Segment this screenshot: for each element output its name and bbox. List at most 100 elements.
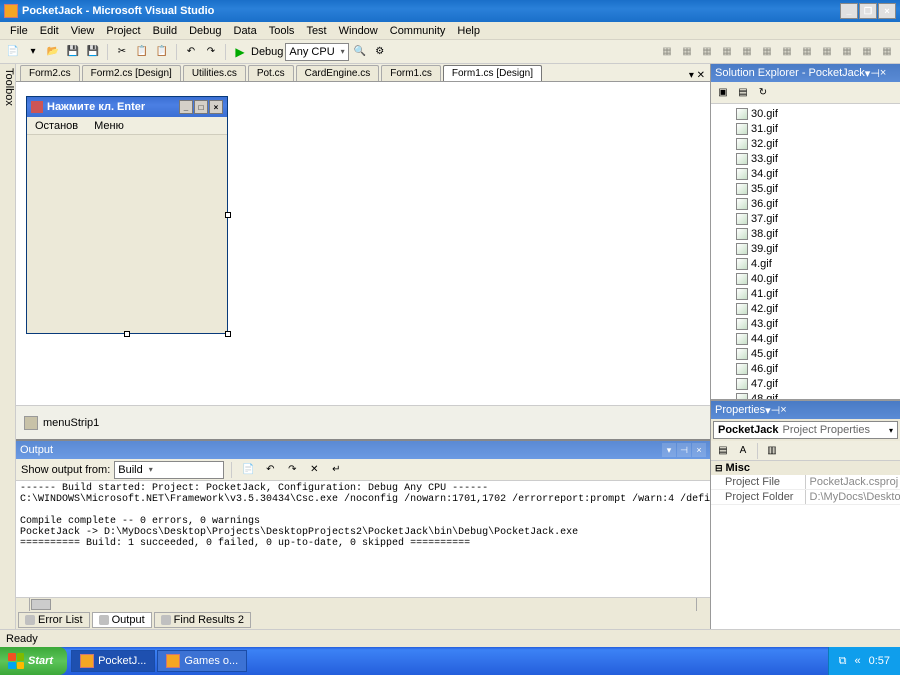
tree-file[interactable]: 34.gif (711, 166, 900, 181)
taskbar-task[interactable]: PocketJ... (71, 650, 155, 672)
property-grid[interactable]: ⊟Misc Project FilePocketJack.csprojProje… (711, 461, 900, 629)
align-right-icon[interactable]: ▦ (698, 43, 716, 61)
menu-test[interactable]: Test (300, 24, 332, 38)
solexp-refresh-icon[interactable]: ↻ (754, 84, 772, 102)
tree-file[interactable]: 30.gif (711, 106, 900, 121)
form-menustrip[interactable]: ОстановМеню (27, 117, 227, 135)
prop-alpha-icon[interactable]: A (734, 442, 752, 460)
tree-file[interactable]: 41.gif (711, 286, 900, 301)
form-minimize-button[interactable]: _ (179, 100, 193, 114)
open-button[interactable]: 📂 (44, 43, 62, 61)
tree-file[interactable]: 47.gif (711, 376, 900, 391)
menu-community[interactable]: Community (384, 24, 452, 38)
menu-debug[interactable]: Debug (183, 24, 227, 38)
save-button[interactable]: 💾 (64, 43, 82, 61)
layout1-icon[interactable]: ▦ (718, 43, 736, 61)
form-menu-item[interactable]: Меню (86, 120, 132, 132)
file-tab[interactable]: Utilities.cs (183, 65, 246, 81)
close-tab-button[interactable]: ▾ ✕ (684, 70, 710, 81)
find-button[interactable]: 🔍 (351, 43, 369, 61)
layout5-icon[interactable]: ▦ (798, 43, 816, 61)
component-label[interactable]: menuStrip1 (43, 417, 99, 429)
form-menu-item[interactable]: Останов (27, 120, 86, 132)
config-combo[interactable]: Any CPU (285, 43, 348, 61)
output-source-combo[interactable]: Build (114, 461, 224, 479)
layout6-icon[interactable]: ▦ (818, 43, 836, 61)
layout7-icon[interactable]: ▦ (838, 43, 856, 61)
tree-file[interactable]: 46.gif (711, 361, 900, 376)
tray-icon-1[interactable]: ⧉ (839, 655, 847, 668)
system-tray[interactable]: ⧉ « 0:57 (828, 647, 900, 675)
ext-button[interactable]: ⚙ (371, 43, 389, 61)
prop-category[interactable]: ⊟Misc (711, 461, 900, 475)
output-wrap-button[interactable]: ↵ (327, 461, 345, 479)
form-maximize-button[interactable]: □ (194, 100, 208, 114)
redo-button[interactable]: ↷ (202, 43, 220, 61)
bottom-tab[interactable]: Find Results 2 (154, 612, 251, 628)
layout3-icon[interactable]: ▦ (758, 43, 776, 61)
resize-handle-se[interactable] (225, 331, 231, 337)
resize-handle-e[interactable] (225, 212, 231, 218)
layout9-icon[interactable]: ▦ (878, 43, 896, 61)
design-form[interactable]: Нажмите кл. Enter _ □ × ОстановМеню (26, 96, 228, 334)
menu-view[interactable]: View (65, 24, 101, 38)
tree-file[interactable]: 4.gif (711, 256, 900, 271)
menu-build[interactable]: Build (147, 24, 183, 38)
bottom-tab[interactable]: Output (92, 612, 152, 628)
undo-button[interactable]: ↶ (182, 43, 200, 61)
paste-button[interactable]: 📋 (153, 43, 171, 61)
output-dropdown-button[interactable]: ▾ (662, 443, 676, 457)
copy-button[interactable]: 📋 (133, 43, 151, 61)
menu-data[interactable]: Data (228, 24, 263, 38)
tree-file[interactable]: 35.gif (711, 181, 900, 196)
output-hscroll[interactable] (16, 597, 710, 611)
cut-button[interactable]: ✂ (113, 43, 131, 61)
align-left-icon[interactable]: ▦ (658, 43, 676, 61)
property-row[interactable]: Project FolderD:\MyDocs\DesktopProj (711, 490, 900, 505)
file-tab[interactable]: Pot.cs (248, 65, 294, 81)
tree-file[interactable]: 33.gif (711, 151, 900, 166)
menu-file[interactable]: File (4, 24, 34, 38)
align-center-icon[interactable]: ▦ (678, 43, 696, 61)
file-tab[interactable]: Form1.cs [Design] (443, 65, 542, 81)
file-tab[interactable]: Form2.cs [Design] (82, 65, 181, 81)
output-pin-button[interactable]: ⊣ (677, 443, 691, 457)
tray-lang[interactable]: « (854, 655, 860, 667)
resize-handle-s[interactable] (124, 331, 130, 337)
minimize-button[interactable]: _ (840, 3, 858, 19)
solexp-properties-icon[interactable]: ▣ (714, 84, 732, 102)
tree-file[interactable]: 43.gif (711, 316, 900, 331)
solexp-pin-button[interactable]: ⊣ (870, 67, 880, 80)
tree-file[interactable]: 39.gif (711, 241, 900, 256)
output-text[interactable]: ------ Build started: Project: PocketJac… (16, 481, 710, 597)
tree-file[interactable]: 44.gif (711, 331, 900, 346)
output-clear-button[interactable]: ✕ (305, 461, 323, 479)
menustrip-icon[interactable] (24, 416, 38, 430)
save-all-button[interactable]: 💾 (84, 43, 102, 61)
prop-close-button[interactable]: × (780, 404, 786, 416)
menu-edit[interactable]: Edit (34, 24, 65, 38)
menu-window[interactable]: Window (333, 24, 384, 38)
toolbox-tab[interactable]: Toolbox (0, 64, 16, 629)
layout4-icon[interactable]: ▦ (778, 43, 796, 61)
file-tab[interactable]: CardEngine.cs (296, 65, 380, 81)
start-debug-button[interactable]: ▶ (231, 43, 249, 61)
new-dropdown[interactable]: ▾ (24, 43, 42, 61)
solexp-showall-icon[interactable]: ▤ (734, 84, 752, 102)
prop-object-combo[interactable]: PocketJack Project Properties ▾ (713, 421, 898, 439)
prop-categorized-icon[interactable]: ▤ (714, 442, 732, 460)
menu-tools[interactable]: Tools (263, 24, 301, 38)
designer-surface[interactable]: Нажмите кл. Enter _ □ × ОстановМеню (16, 82, 710, 405)
new-project-button[interactable]: 📄 (4, 43, 22, 61)
tree-file[interactable]: 32.gif (711, 136, 900, 151)
restore-button[interactable]: ❐ (859, 3, 877, 19)
form-close-button[interactable]: × (209, 100, 223, 114)
tree-file[interactable]: 45.gif (711, 346, 900, 361)
tree-file[interactable]: 48.gif (711, 391, 900, 399)
solution-tree[interactable]: 30.gif31.gif32.gif33.gif34.gif35.gif36.g… (711, 104, 900, 399)
tree-file[interactable]: 37.gif (711, 211, 900, 226)
tree-file[interactable]: 42.gif (711, 301, 900, 316)
bottom-tab[interactable]: Error List (18, 612, 90, 628)
close-button[interactable]: × (878, 3, 896, 19)
property-row[interactable]: Project FilePocketJack.csproj (711, 475, 900, 490)
